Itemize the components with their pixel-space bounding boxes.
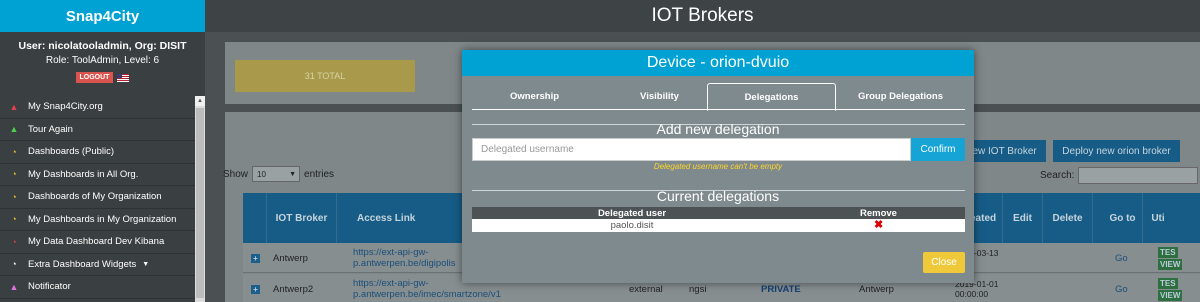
user-line: User: nicolatooladmin, Org: DISIT — [18, 40, 187, 52]
sidebar-item-tour-again[interactable]: ▲ Tour Again — [0, 118, 195, 141]
column-go-to: Go to — [1103, 193, 1143, 243]
access-link[interactable]: https://ext-api-gw-p.antwerpen.be/digipo… — [353, 243, 473, 273]
sidebar-item-label: Extra Dashboard Widgets — [28, 258, 137, 270]
sidebar: Snap4City User: nicolatooladmin, Org: DI… — [0, 0, 205, 302]
column-utilities: Uti — [1151, 212, 1165, 224]
go-link[interactable]: Go — [1115, 274, 1128, 302]
expand-row-icon[interactable]: + — [251, 253, 260, 263]
table-search: Search: — [1040, 167, 1199, 184]
dashboard-icon: ◔ — [11, 214, 17, 225]
scroll-up-icon[interactable]: ▲ — [195, 96, 205, 106]
tab-ownership[interactable]: Ownership — [472, 83, 597, 110]
delegations-table: Delegated user Remove paolo.disit ✖ — [472, 207, 965, 232]
total-count-badge: 31 TOTAL — [235, 60, 415, 92]
add-delegation-title: Add new delegation — [656, 121, 780, 137]
delegations-table-header: Delegated user Remove — [472, 207, 965, 219]
tab-delegations[interactable]: Delegations — [707, 83, 836, 111]
search-input[interactable] — [1078, 167, 1199, 184]
sidebar-item-label: My Data Dashboard Dev Kibana — [28, 236, 165, 248]
sidebar-item-label: Dashboards of My Organization — [28, 191, 162, 203]
current-delegations-title: Current delegations — [656, 188, 780, 204]
column-delegated-user: Delegated user — [597, 207, 667, 219]
page-length-control: Show 10 ▼ entries — [223, 166, 334, 182]
entries-label: entries — [304, 168, 335, 180]
sidebar-item-notificator[interactable]: ▲ Notificator — [0, 276, 195, 299]
dashboard-icon: ◔ — [11, 259, 17, 270]
column-remove: Remove — [860, 207, 897, 219]
bell-icon: ▲ — [9, 281, 19, 292]
sidebar-item-label: My Snap4City.org — [28, 101, 103, 113]
us-flag-icon[interactable] — [117, 73, 130, 82]
expand-row-icon[interactable]: + — [251, 284, 260, 294]
page-length-value: 10 — [257, 169, 266, 179]
expand-column-header — [243, 193, 267, 243]
tab-visibility[interactable]: Visibility — [597, 83, 722, 110]
caret-down-icon: ▼ — [142, 260, 150, 268]
sidebar-item-my-dashboards-my-org[interactable]: ◔ My Dashboards in My Organization — [0, 208, 195, 231]
view-tag[interactable]: VIEW — [1158, 258, 1183, 270]
brand-logo[interactable]: Snap4City — [0, 0, 205, 32]
role-line: Role: ToolAdmin, Level: 6 — [45, 55, 160, 66]
dashboard-icon: ◔ — [11, 146, 17, 157]
sidebar-scrollbar[interactable]: ▲ — [195, 96, 205, 302]
sidebar-item-label: My Dashboards in All Org. — [28, 168, 139, 180]
broker-name: Antwerp2 — [273, 283, 314, 295]
deploy-orion-broker-button[interactable]: Deploy new orion broker — [1053, 140, 1180, 162]
delegated-user: paolo.disit — [610, 220, 654, 231]
sidebar-item-my-dashboards-all-org[interactable]: ◔ My Dashboards in All Org. — [0, 163, 195, 186]
sidebar-menu: ▲ My Snap4City.org ▲ Tour Again ◔ Dashbo… — [0, 96, 195, 299]
sidebar-item-label: Dashboards (Public) — [28, 146, 115, 158]
remove-icon[interactable]: ✖ — [874, 220, 883, 231]
sidebar-item-label: Tour Again — [28, 123, 73, 135]
sidebar-item-label: Notificator — [28, 281, 71, 293]
search-label: Search: — [1040, 170, 1075, 181]
confirm-button[interactable]: Confirm — [911, 138, 965, 161]
page-length-select[interactable]: 10 ▼ — [252, 166, 301, 182]
user-info: User: nicolatooladmin, Org: DISIT Role: … — [0, 32, 205, 95]
scroll-thumb[interactable] — [196, 108, 204, 298]
sidebar-item-label: My Dashboards in My Organization — [28, 213, 177, 225]
dashboard-icon: ◔ — [11, 191, 17, 202]
close-button[interactable]: Close — [923, 252, 965, 273]
sidebar-item-dashboards-public[interactable]: ◔ Dashboards (Public) — [0, 141, 195, 164]
sidebar-item-extra-widgets[interactable]: ◔ Extra Dashboard Widgets ▼ — [0, 253, 195, 276]
sidebar-item-my-snap4city[interactable]: ▲ My Snap4City.org — [0, 96, 195, 119]
dashboard-icon: ◔ — [11, 236, 17, 247]
column-iot-broker[interactable]: IOT Broker — [267, 193, 337, 243]
logout-button[interactable]: LOGOUT — [75, 72, 114, 83]
dashboard-icon: ◔ — [11, 169, 17, 180]
show-label: Show — [223, 168, 249, 180]
broker-name: Antwerp — [273, 252, 308, 264]
view-tag[interactable]: VIEW — [1158, 289, 1183, 301]
delegation-row: paolo.disit ✖ — [472, 219, 965, 232]
bell-icon: ▲ — [9, 124, 19, 135]
tab-group-delegations[interactable]: Group Delegations — [836, 83, 965, 110]
column-edit: Edit — [1003, 193, 1043, 243]
go-link[interactable]: Go — [1115, 243, 1128, 273]
delegated-username-input[interactable]: Delegated username — [472, 138, 911, 161]
chevron-down-icon: ▼ — [289, 170, 297, 178]
user-icon: ▲ — [9, 101, 19, 112]
delegation-modal: Device - orion-dvuio Ownership Visibilit… — [462, 50, 974, 283]
test-tag[interactable]: TES — [1158, 277, 1178, 289]
modal-tabs: Ownership Visibility Delegations Group D… — [472, 83, 965, 111]
column-delete: Delete — [1043, 193, 1093, 243]
modal-title: Device - orion-dvuio — [462, 50, 974, 76]
test-tag[interactable]: TES — [1158, 246, 1178, 258]
validation-warning: Delegated username can't be empty — [653, 162, 783, 171]
sidebar-item-dashboards-my-org[interactable]: ◔ Dashboards of My Organization — [0, 186, 195, 209]
page-title: IOT Brokers — [205, 0, 1200, 32]
sidebar-item-kibana[interactable]: ◔ My Data Dashboard Dev Kibana — [0, 231, 195, 254]
